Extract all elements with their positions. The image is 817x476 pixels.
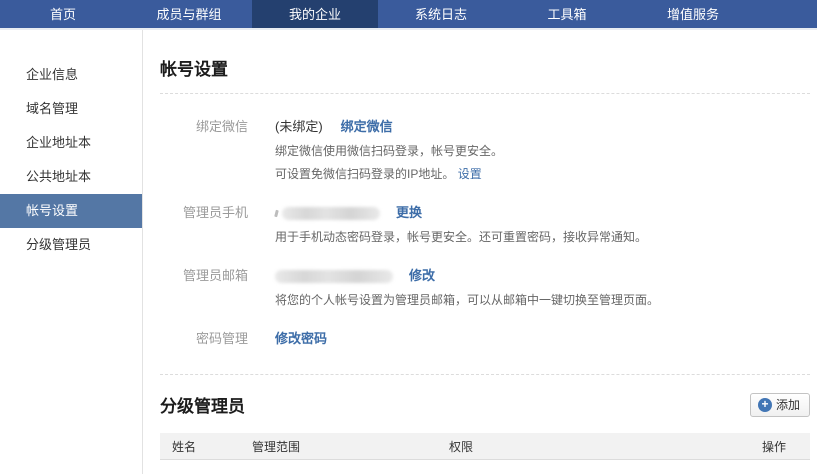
wechat-label: 绑定微信 [160, 118, 248, 186]
sidebar-item-domain-management[interactable]: 域名管理 [0, 92, 142, 126]
change-phone-link[interactable]: 更换 [396, 204, 422, 222]
admin-console: 首页 成员与群组 我的企业 系统日志 工具箱 增值服务 企业信息 域名管理 企业… [0, 0, 817, 476]
wechat-ip-settings-link[interactable]: 设置 [458, 167, 482, 181]
admin-phone-desc: 用于手机动态密码登录，帐号更安全。还可重置密码，接收异常通知。 [275, 226, 647, 249]
nav-tab-my-enterprise[interactable]: 我的企业 [252, 0, 378, 28]
top-navigation: 首页 成员与群组 我的企业 系统日志 工具箱 增值服务 [0, 0, 817, 30]
wechat-desc-1: 绑定微信使用微信扫码登录，帐号更安全。 [275, 140, 503, 163]
form-row-admin-email: 管理员邮箱 修改 将您的个人帐号设置为管理员邮箱，可以从邮箱中一键切换至管理页面… [160, 267, 810, 312]
sub-admin-title: 分级管理员 [160, 392, 245, 417]
account-settings-form: 绑定微信 (未绑定) 绑定微信 绑定微信使用微信扫码登录，帐号更安全。 可设置免… [160, 118, 810, 348]
column-header-scope: 管理范围 [252, 438, 449, 455]
nav-tab-members-groups[interactable]: 成员与群组 [126, 0, 252, 28]
add-button-label: 添加 [776, 396, 800, 413]
add-sub-admin-button[interactable]: + 添加 [750, 393, 810, 417]
sidebar-item-public-contacts[interactable]: 公共地址本 [0, 160, 142, 194]
sidebar-item-enterprise-contacts[interactable]: 企业地址本 [0, 126, 142, 160]
nav-tab-value-added-services[interactable]: 增值服务 [630, 0, 756, 28]
nav-tab-home[interactable]: 首页 [0, 0, 126, 28]
masked-phone-value [282, 207, 380, 220]
admin-email-label: 管理员邮箱 [160, 267, 248, 312]
divider [160, 93, 810, 94]
column-header-actions: 操作 [762, 438, 810, 455]
column-header-name: 姓名 [172, 438, 252, 455]
nav-tab-toolbox[interactable]: 工具箱 [504, 0, 630, 28]
divider [160, 374, 810, 375]
plus-circle-icon: + [758, 398, 772, 412]
sidebar-item-sub-admins[interactable]: 分级管理员 [0, 228, 142, 262]
masked-value-artifact [274, 209, 279, 217]
admin-phone-label: 管理员手机 [160, 204, 248, 249]
sidebar-item-enterprise-info[interactable]: 企业信息 [0, 58, 142, 92]
bind-wechat-link[interactable]: 绑定微信 [341, 118, 393, 136]
change-email-link[interactable]: 修改 [409, 267, 435, 285]
page-title: 帐号设置 [160, 55, 810, 80]
main-content: 帐号设置 绑定微信 (未绑定) 绑定微信 绑定微信使用微信扫码登录，帐号更安全。… [143, 30, 817, 474]
column-header-permissions: 权限 [449, 438, 762, 455]
masked-email-value [275, 270, 393, 283]
form-row-admin-phone: 管理员手机 更换 用于手机动态密码登录，帐号更安全。还可重置密码，接收异常通知。 [160, 204, 810, 249]
sub-admin-table-header: 姓名 管理范围 权限 操作 [160, 433, 810, 460]
wechat-desc-2: 可设置免微信扫码登录的IP地址。 [275, 167, 454, 181]
sidebar-item-account-settings[interactable]: 帐号设置 [0, 194, 142, 228]
sidebar: 企业信息 域名管理 企业地址本 公共地址本 帐号设置 分级管理员 [0, 30, 143, 474]
admin-email-desc: 将您的个人帐号设置为管理员邮箱，可以从邮箱中一键切换至管理页面。 [275, 289, 659, 312]
change-password-link[interactable]: 修改密码 [275, 330, 327, 348]
wechat-status: (未绑定) [275, 118, 323, 136]
nav-tab-system-log[interactable]: 系统日志 [378, 0, 504, 28]
form-row-wechat: 绑定微信 (未绑定) 绑定微信 绑定微信使用微信扫码登录，帐号更安全。 可设置免… [160, 118, 810, 186]
password-label: 密码管理 [160, 330, 248, 348]
form-row-password: 密码管理 修改密码 [160, 330, 810, 348]
